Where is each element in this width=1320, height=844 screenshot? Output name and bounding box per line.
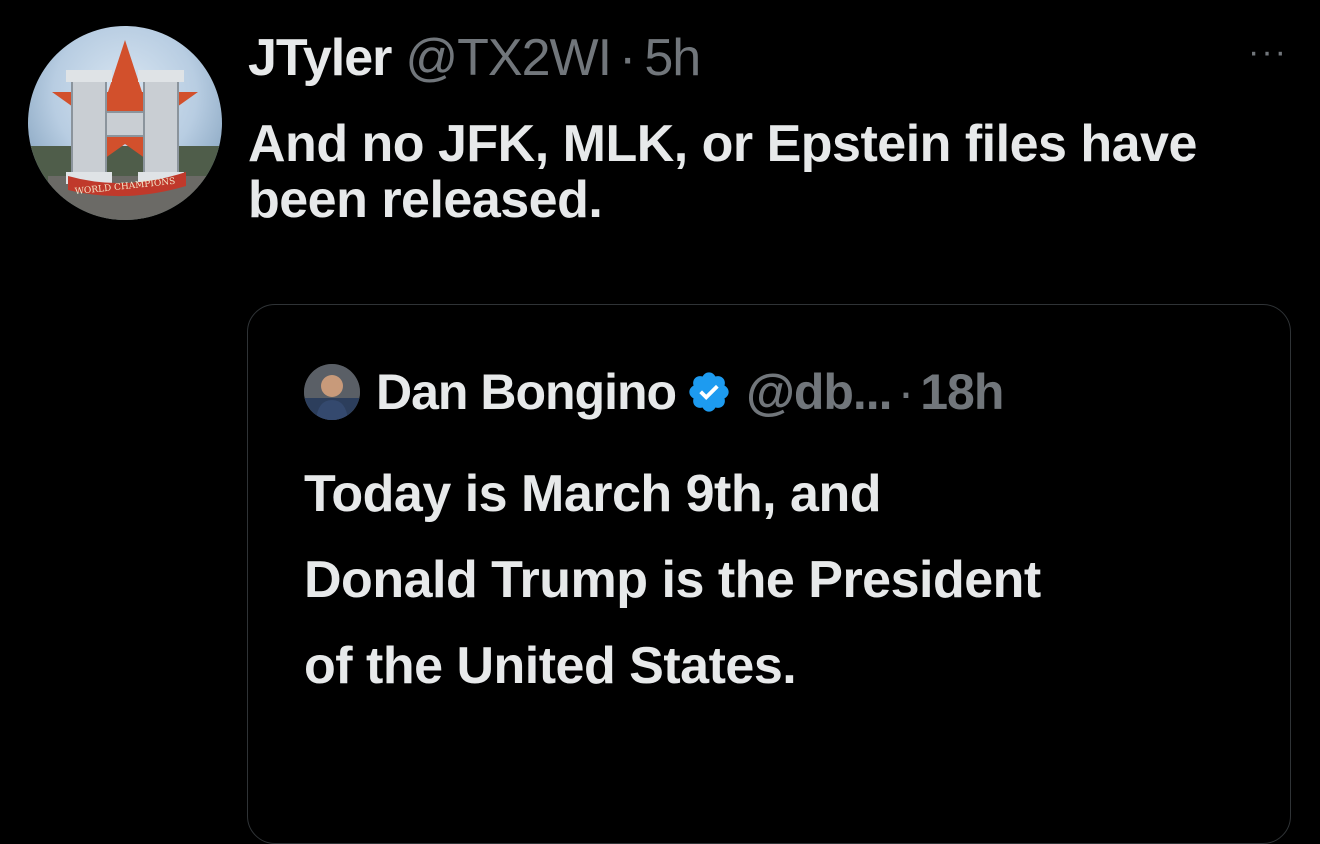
header-separator: · — [619, 29, 637, 87]
verified-badge-icon — [686, 369, 732, 415]
author-handle[interactable]: @TX2WI — [405, 28, 612, 88]
tweet-header: JTyler @TX2WI · 5h — [248, 28, 701, 92]
author-display-name[interactable]: JTyler — [248, 28, 392, 88]
author-avatar[interactable]: WORLD CHAMPIONS — [28, 26, 222, 220]
person-avatar — [304, 364, 360, 420]
tweet-timestamp[interactable]: 5h — [644, 28, 701, 88]
quoted-tweet-timestamp[interactable]: 18h — [920, 363, 1004, 421]
tweet-text: And no JFK, MLK, or Epstein files have b… — [248, 115, 1197, 229]
tweet[interactable]: WORLD CHAMPIONS JTyler @TX2WI · 5h ··· A… — [0, 0, 1320, 844]
more-options-icon[interactable]: ··· — [1242, 30, 1294, 74]
houston-astros-h-logo-avatar: WORLD CHAMPIONS — [28, 40, 222, 220]
quoted-author-avatar — [304, 364, 360, 420]
quoted-tweet-header: Dan Bongino @db... · 18h — [304, 363, 1004, 421]
quoted-header-separator: · — [897, 364, 915, 420]
quoted-tweet-text: Today is March 9th, and Donald Trump is … — [304, 465, 1041, 695]
quoted-author-display-name[interactable]: Dan Bongino — [376, 363, 677, 421]
quoted-author-handle[interactable]: @db... — [746, 363, 893, 421]
quoted-tweet-card[interactable]: Dan Bongino @db... · 18h Today is March … — [247, 304, 1291, 844]
